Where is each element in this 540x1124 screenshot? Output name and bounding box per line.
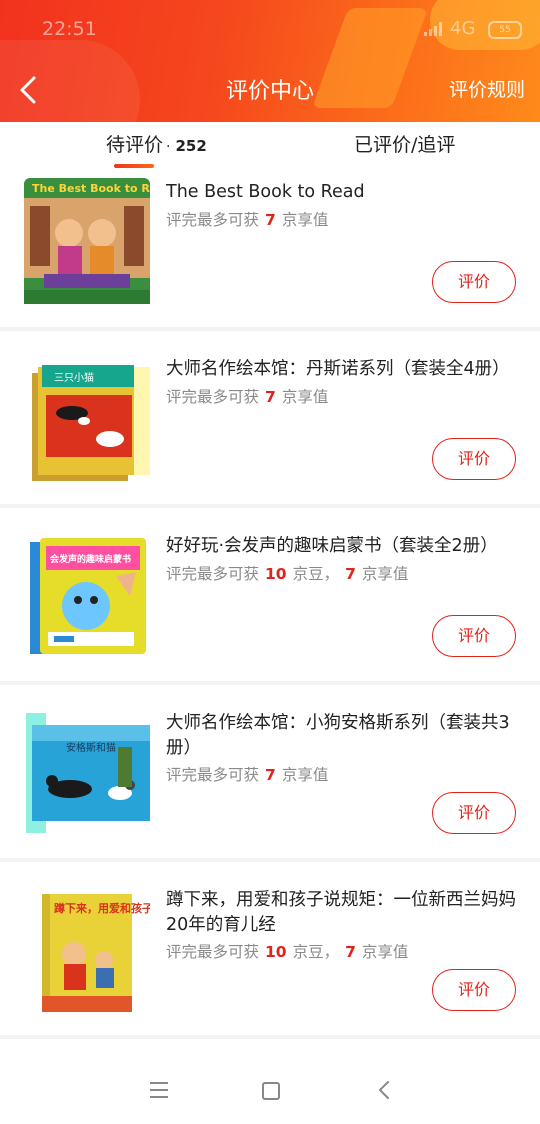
list-item: 安格斯和猫 大师名作绘本馆：小狗安格斯系列（套装共3册） 评完最多可获 7 京享值 … <box>0 703 540 862</box>
list-item: 会发声的趣味启蒙书 好好玩·会发声的趣味启蒙书（套装全2册） 评完最多可获 10 京… <box>0 526 540 685</box>
tab-bar: 待评价 · 252 已评价/追评 <box>0 122 540 174</box>
book-cover-image: 会发声的趣味启蒙书 <box>30 538 146 654</box>
reward-prefix: 评完最多可获 <box>166 388 260 406</box>
product-title[interactable]: 好好玩·会发声的趣味启蒙书（套装全2册） <box>166 534 518 559</box>
reward-unit: 京豆， <box>292 565 340 583</box>
cover-title-text: The Best Book to Read <box>32 182 150 195</box>
book-cover-image: 三只小猫 <box>32 365 150 481</box>
reward-unit: 京享值 <box>361 943 409 961</box>
system-navigation-bar <box>0 1040 540 1124</box>
product-title[interactable]: 大师名作绘本馆：小狗安格斯系列（套装共3册） <box>166 711 518 761</box>
back-button[interactable] <box>12 72 48 108</box>
battery-icon: 55 <box>488 21 522 39</box>
page-title: 评价中心 <box>225 79 314 104</box>
reward-number: 7 <box>345 565 356 583</box>
reward-unit: 京享值 <box>281 211 329 229</box>
reward-prefix: 评完最多可获 <box>166 943 260 961</box>
cover-title-text: 安格斯和猫 <box>66 741 116 754</box>
status-bar: 22:51 4G 55 <box>0 0 540 58</box>
reward-unit: 京豆， <box>292 943 340 961</box>
product-title[interactable]: The Best Book to Read <box>166 180 518 205</box>
reward-number: 7 <box>345 943 356 961</box>
cover-title-text: 会发声的趣味启蒙书 <box>50 553 131 565</box>
menu-icon[interactable] <box>150 1082 168 1103</box>
reward-number: 7 <box>265 388 276 406</box>
reward-number: 10 <box>265 943 287 961</box>
tab-reviewed[interactable]: 已评价/追评 <box>354 130 455 170</box>
product-title[interactable]: 蹲下来，用爱和孩子说规矩：一位新西兰妈妈20年的育儿经 <box>166 888 518 938</box>
product-thumbnail[interactable]: 蹲下来，用爱和孩子说规矩 <box>24 886 186 1012</box>
reward-info: 评完最多可获 10 京豆， 7 京享值 <box>166 562 408 584</box>
chevron-left-icon <box>20 76 36 104</box>
list-item: 蹲下来，用爱和孩子说规矩 蹲下来，用爱和孩子说规矩：一位新西兰妈妈20年的育儿经… <box>0 880 540 1039</box>
network-type: 4G <box>450 18 476 39</box>
review-center-page: 22:51 4G 55 评价中心 评价规则 待评价 · 252 已评价/追评 T… <box>0 0 540 1124</box>
review-button[interactable]: 评价 <box>432 969 516 1011</box>
reward-info: 评完最多可获 7 京享值 <box>166 208 328 230</box>
cover-title-text: 蹲下来，用爱和孩子说规矩 <box>54 901 150 915</box>
back-icon[interactable] <box>376 1080 392 1104</box>
reward-unit: 京享值 <box>281 766 329 784</box>
reward-unit: 京享值 <box>281 388 329 406</box>
home-icon[interactable] <box>262 1082 280 1100</box>
product-thumbnail[interactable]: 三只小猫 <box>24 355 150 481</box>
product-thumbnail[interactable]: 会发声的趣味启蒙书 <box>24 532 150 658</box>
reward-prefix: 评完最多可获 <box>166 565 260 583</box>
review-button[interactable]: 评价 <box>432 615 516 657</box>
list-item: The Best Book to Read The Best Book to R… <box>0 172 540 331</box>
reward-number: 10 <box>265 565 287 583</box>
review-rules-link[interactable]: 评价规则 <box>449 75 525 102</box>
tab-pending-count: 252 <box>175 137 207 155</box>
reward-prefix: 评完最多可获 <box>166 766 260 784</box>
review-button[interactable]: 评价 <box>432 261 516 303</box>
list-item: 三只小猫 大师名作绘本馆：丹斯诺系列（套装全4册） 评完最多可获 7 京享值 评价 <box>0 349 540 508</box>
book-cover-image: 蹲下来，用爱和孩子说规矩 <box>42 894 186 1012</box>
tab-active-indicator <box>114 164 154 168</box>
tab-reviewed-label: 已评价/追评 <box>354 134 456 156</box>
status-time: 22:51 <box>42 18 97 40</box>
book-cover-image: The Best Book to Read <box>24 178 173 304</box>
review-button[interactable]: 评价 <box>432 792 516 834</box>
pending-review-list: The Best Book to Read The Best Book to R… <box>0 172 540 1039</box>
reward-info: 评完最多可获 10 京豆， 7 京享值 <box>166 940 408 962</box>
book-cover-image: 安格斯和猫 <box>26 713 150 833</box>
product-title[interactable]: 大师名作绘本馆：丹斯诺系列（套装全4册） <box>166 357 518 382</box>
reward-info: 评完最多可获 7 京享值 <box>166 385 328 407</box>
reward-number: 7 <box>265 766 276 784</box>
tab-pending-separator: · <box>166 139 171 155</box>
cover-title-text: 三只小猫 <box>54 371 94 384</box>
reward-prefix: 评完最多可获 <box>166 211 260 229</box>
reward-number: 7 <box>265 211 276 229</box>
reward-info: 评完最多可获 7 京享值 <box>166 763 328 785</box>
header-bar: 22:51 4G 55 评价中心 评价规则 <box>0 0 540 122</box>
tab-pending-label: 待评价 <box>106 134 164 156</box>
battery-level: 55 <box>499 25 511 35</box>
product-thumbnail[interactable]: The Best Book to Read <box>24 178 173 304</box>
reward-unit: 京享值 <box>361 565 409 583</box>
review-button[interactable]: 评价 <box>432 438 516 480</box>
product-thumbnail[interactable]: 安格斯和猫 <box>24 709 150 835</box>
signal-icon <box>424 22 444 36</box>
